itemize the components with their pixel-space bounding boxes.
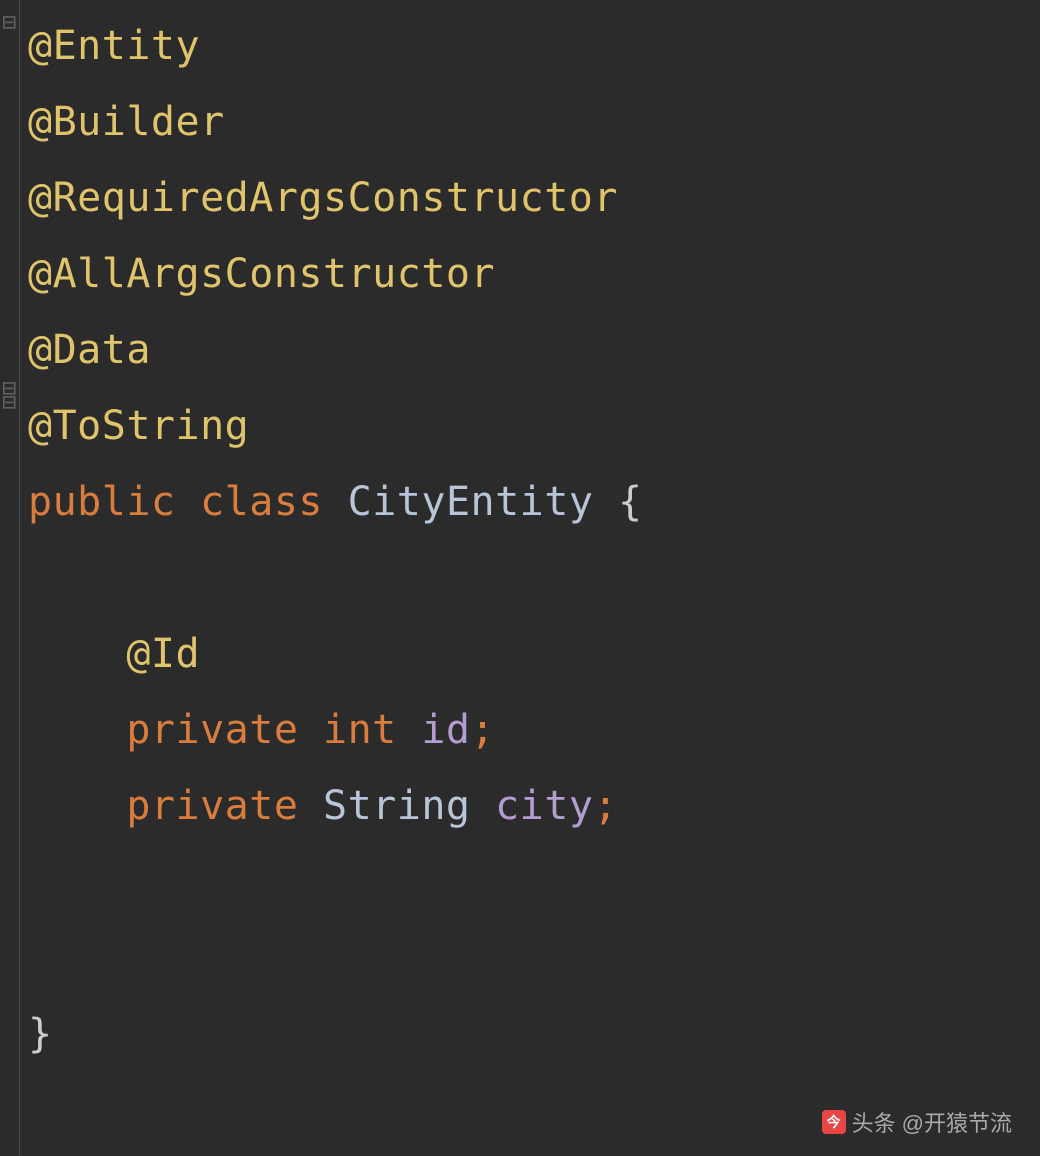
keyword-class: class <box>200 479 323 525</box>
blank-line <box>28 540 1030 616</box>
close-brace: } <box>28 1011 53 1057</box>
annotation-tostring: @ToString <box>28 403 249 449</box>
code-editor[interactable]: @Entity @Builder @RequiredArgsConstructo… <box>28 8 1030 1072</box>
code-line: private String city; <box>28 768 1030 844</box>
watermark: 今 头条 @开猿节流 <box>822 1106 1012 1138</box>
annotation-builder: @Builder <box>28 99 225 145</box>
code-line: @AllArgsConstructor <box>28 236 1030 312</box>
watermark-label: 头条 <box>852 1106 896 1138</box>
open-brace: { <box>618 479 643 525</box>
annotation-id: @Id <box>126 631 200 677</box>
annotation-entity: @Entity <box>28 23 200 69</box>
editor-gutter: ⊟ ⊟ ⊟ <box>0 0 20 1156</box>
class-name: CityEntity <box>348 479 594 525</box>
code-line: @ToString <box>28 388 1030 464</box>
code-line: } <box>28 996 1030 1072</box>
watermark-handle: @开猿节流 <box>902 1106 1012 1138</box>
code-line: private int id; <box>28 692 1030 768</box>
code-line: @Entity <box>28 8 1030 84</box>
keyword-private: private <box>126 783 298 829</box>
code-line: public class CityEntity { <box>28 464 1030 540</box>
blank-line <box>28 844 1030 920</box>
keyword-int: int <box>323 707 397 753</box>
semicolon: ; <box>593 783 618 829</box>
keyword-public: public <box>28 479 176 525</box>
code-line: @Builder <box>28 84 1030 160</box>
watermark-logo-icon: 今 <box>822 1110 846 1134</box>
semicolon: ; <box>471 707 496 753</box>
fold-mark-icon: ⊟ <box>2 10 16 34</box>
field-city: city <box>495 783 593 829</box>
field-id: id <box>421 707 470 753</box>
annotation-all-args: @AllArgsConstructor <box>28 251 495 297</box>
blank-line <box>28 920 1030 996</box>
annotation-required-args: @RequiredArgsConstructor <box>28 175 618 221</box>
code-line: @Id <box>28 616 1030 692</box>
annotation-data: @Data <box>28 327 151 373</box>
code-line: @Data <box>28 312 1030 388</box>
type-string: String <box>323 783 471 829</box>
fold-mark-icon: ⊟ <box>2 390 16 414</box>
code-line: @RequiredArgsConstructor <box>28 160 1030 236</box>
keyword-private: private <box>126 707 298 753</box>
